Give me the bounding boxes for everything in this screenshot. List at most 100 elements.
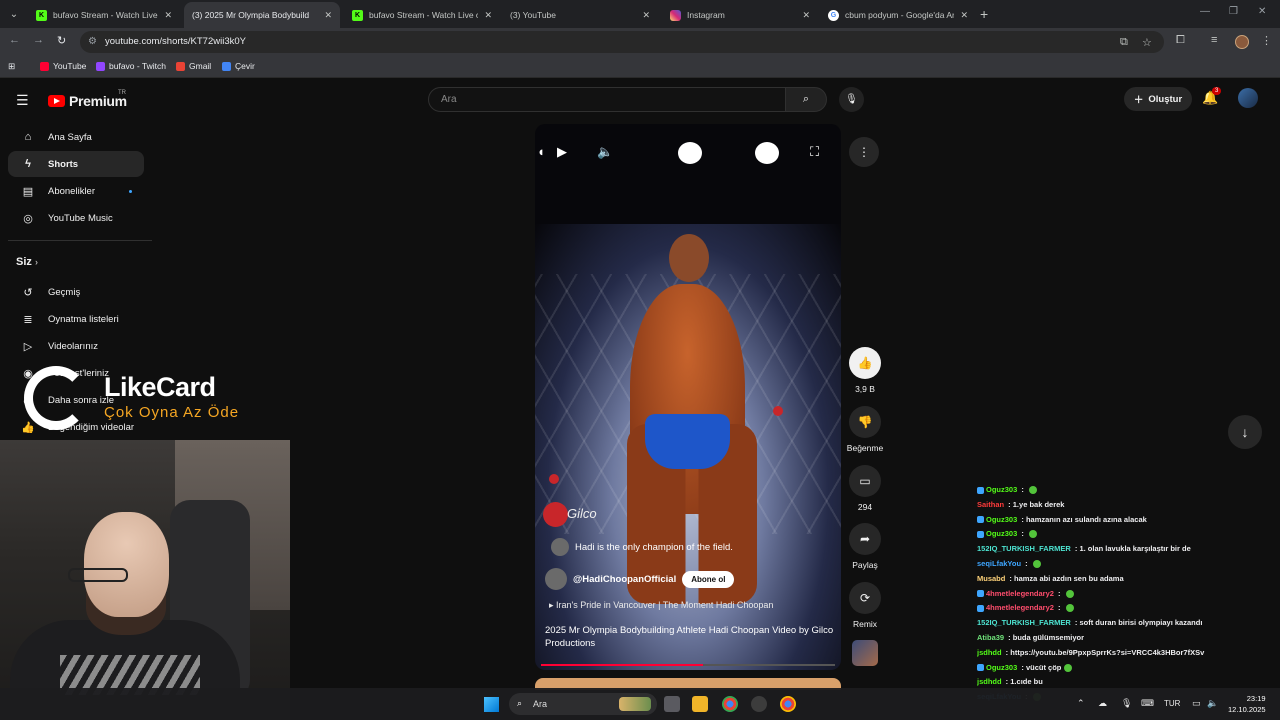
tab-youtube-short[interactable]: ▶ (3) 2025 Mr Olympia Bodybuild ✕ <box>184 2 340 28</box>
dislike-action[interactable]: 👎 Beğenme <box>842 406 888 453</box>
close-tab-icon[interactable]: ✕ <box>960 10 968 21</box>
bookmark-gmail[interactable]: Gmail <box>176 61 211 71</box>
chat-username[interactable]: Atiba39 <box>977 633 1004 642</box>
browser-menu-icon[interactable]: ⋮ <box>1261 34 1272 47</box>
sound-thumbnail[interactable] <box>852 640 878 666</box>
volume-icon[interactable]: 🔈 <box>597 144 613 160</box>
like-action[interactable]: 👍 3,9 B <box>842 347 888 394</box>
taskbar-search[interactable]: ⌕ Ara <box>509 693 657 715</box>
tab-kick-1[interactable]: K bufavo Stream - Watch Live on ✕ <box>28 2 180 28</box>
browser-profile-avatar[interactable] <box>1235 35 1249 49</box>
minimize-icon[interactable]: — <box>1200 6 1210 17</box>
like-icon[interactable]: 👍 <box>849 347 881 379</box>
tab-search-icon[interactable]: ⌄ <box>4 4 24 24</box>
bookmark-star-icon[interactable]: ☆ <box>1142 36 1152 49</box>
chat-username[interactable]: Oguz303 <box>986 515 1017 524</box>
account-avatar[interactable] <box>1238 88 1258 108</box>
search-input[interactable]: Ara <box>428 87 786 112</box>
chrome-icon[interactable] <box>722 696 738 712</box>
chat-username[interactable]: 4hmetlelegendary2 <box>986 589 1054 598</box>
chat-username[interactable]: Saithan <box>977 500 1004 509</box>
omnibox[interactable]: ⚙ youtube.com/shorts/KT72wii3k0Y ⧉ ☆ <box>80 31 1164 53</box>
chat-username[interactable]: Musabd <box>977 574 1005 583</box>
more-options-icon[interactable]: ⋮ <box>849 137 879 167</box>
menu-icon[interactable]: ☰ <box>16 92 29 109</box>
tab-kick-2[interactable]: K bufavo Stream - Watch Live on ✕ <box>344 2 500 28</box>
bookmark-twitch[interactable]: bufavo - Twitch <box>96 61 166 71</box>
tray-overflow-icon[interactable]: ⌃ <box>1077 698 1085 709</box>
windows-start-icon[interactable] <box>484 697 499 712</box>
restore-icon[interactable]: ❐ <box>1229 6 1238 17</box>
audio-source-thumbnail[interactable] <box>842 640 888 666</box>
media-control-icon[interactable]: ≡ <box>1211 34 1217 46</box>
close-tab-icon[interactable]: ✕ <box>164 10 172 21</box>
extensions-icon[interactable]: ⧠ <box>1176 34 1185 47</box>
volume-icon[interactable]: 🔈 <box>1207 698 1218 709</box>
sidebar-item-youtube-music[interactable]: ◎ YouTube Music <box>8 205 144 231</box>
chat-username[interactable]: jsdhdd <box>977 648 1002 657</box>
tab-instagram[interactable]: Instagram ✕ <box>662 2 818 28</box>
play-icon[interactable]: ▶ <box>557 144 567 160</box>
dislike-icon[interactable]: 👎 <box>849 406 881 438</box>
back-icon[interactable]: ← <box>9 34 20 46</box>
bookmark-youtube[interactable]: YouTube <box>40 61 86 71</box>
remix-icon[interactable]: ⟳ <box>849 582 881 614</box>
cast-icon[interactable]: ⧉ <box>1120 36 1128 49</box>
close-tab-icon[interactable]: ✕ <box>642 10 650 21</box>
apps-icon[interactable]: ⊞ <box>8 61 15 72</box>
sidebar-item-your-videos[interactable]: ▷ Videolarınız <box>8 333 144 359</box>
close-tab-icon[interactable]: ✕ <box>324 10 332 21</box>
chat-username[interactable]: Oguz303 <box>986 663 1017 672</box>
task-view-icon[interactable] <box>664 696 680 712</box>
chat-username[interactable]: seqiLfakYou <box>977 559 1021 568</box>
chrome-icon[interactable] <box>780 696 796 712</box>
short-title[interactable]: 2025 Mr Olympia Bodybuilding Athlete Had… <box>545 624 835 650</box>
close-window-icon[interactable]: ✕ <box>1258 6 1266 17</box>
progress-bar[interactable] <box>541 664 835 666</box>
tab-google[interactable]: G cbum podyum - Google'da Ara ✕ <box>820 2 976 28</box>
comment-icon[interactable]: ▭ <box>849 465 881 497</box>
channel-name[interactable]: @HadiChoopanOfficial <box>573 574 676 585</box>
fullscreen-icon[interactable]: ⛶ <box>810 144 819 160</box>
forward-icon[interactable]: → <box>33 34 44 46</box>
file-explorer-icon[interactable] <box>692 696 708 712</box>
search-button[interactable]: ⌕ <box>785 87 827 112</box>
create-button[interactable]: ＋ Oluştur <box>1124 87 1192 111</box>
network-icon[interactable]: ▭ <box>1192 698 1201 709</box>
sidebar-item-subscriptions[interactable]: ▤ Abonelikler <box>8 178 144 204</box>
close-tab-icon[interactable]: ✕ <box>484 10 492 21</box>
microphone-icon[interactable]: 🎙 <box>1121 698 1132 709</box>
channel-avatar[interactable] <box>545 568 567 590</box>
tab-youtube[interactable]: ▶ (3) YouTube ✕ <box>502 2 658 28</box>
music-row[interactable]: ▸ Iran's Pride in Vancouver | The Moment… <box>549 600 773 611</box>
share-action[interactable]: ➦ Paylaş <box>842 523 888 570</box>
next-short-arrow-icon[interactable]: ↓ <box>1228 415 1262 449</box>
sidebar-item-playlists[interactable]: ≣ Oynatma listeleri <box>8 306 144 332</box>
chat-username[interactable]: 4hmetlelegendary2 <box>986 603 1054 612</box>
chat-username[interactable]: jsdhdd <box>977 677 1002 686</box>
reload-icon[interactable]: ↻ <box>57 34 66 47</box>
sidebar-item-shorts[interactable]: ϟ Shorts <box>8 151 144 177</box>
input-language[interactable]: TUR <box>1164 699 1180 708</box>
subscribe-button[interactable]: Abone ol <box>682 570 735 588</box>
chat-username[interactable]: 152IQ_TURKISH_FARMER <box>977 618 1071 627</box>
site-info-icon[interactable]: ⚙ <box>88 36 97 47</box>
sidebar-item-home[interactable]: ⌂ Ana Sayfa <box>8 124 144 150</box>
system-clock[interactable]: 23:19 12.10.2025 <box>1228 693 1266 715</box>
url-text[interactable]: youtube.com/shorts/KT72wii3k0Y <box>105 36 246 47</box>
chat-username[interactable]: 152IQ_TURKISH_FARMER <box>977 544 1071 553</box>
chat-username[interactable]: Oguz303 <box>986 485 1017 494</box>
voice-search-button[interactable]: 🎙 <box>839 87 864 112</box>
close-tab-icon[interactable]: ✕ <box>802 10 810 21</box>
obs-icon[interactable] <box>751 696 767 712</box>
new-tab-icon[interactable]: + <box>980 6 988 22</box>
remix-action[interactable]: ⟳ Remix <box>842 582 888 629</box>
sidebar-item-history[interactable]: ↺ Geçmiş <box>8 279 144 305</box>
short-video-player[interactable]: ◖ ▶ 🔈 ⛶ Gilco Hadi is the only champion … <box>535 124 841 670</box>
sidebar-you-heading[interactable]: Siz › <box>16 256 38 268</box>
keyboard-icon[interactable]: ⌨ <box>1141 698 1154 709</box>
comments-action[interactable]: ▭ 294 <box>842 465 888 512</box>
bookmark-translate[interactable]: Çevir <box>222 61 255 71</box>
chat-username[interactable]: Oguz303 <box>986 529 1017 538</box>
youtube-logo[interactable]: Premium <box>48 93 127 109</box>
